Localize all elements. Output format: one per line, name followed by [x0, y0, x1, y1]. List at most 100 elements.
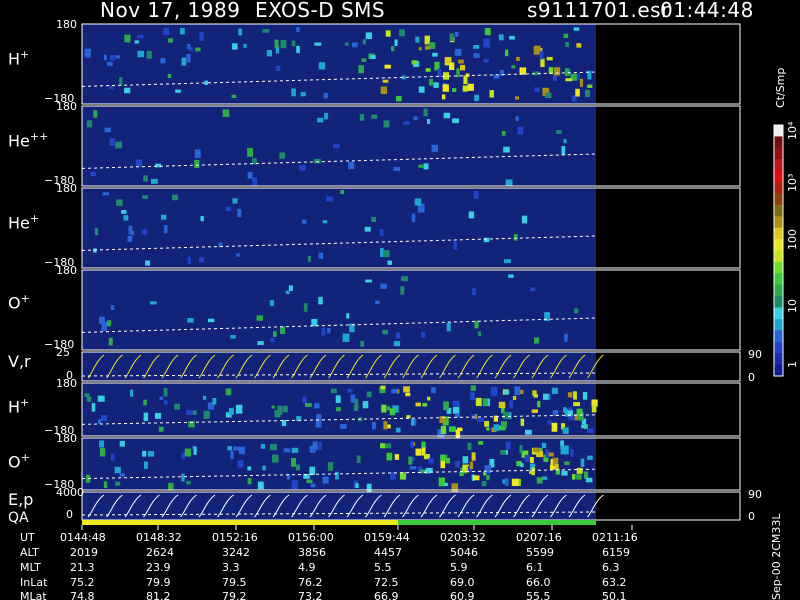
cell-1-56 [380, 86, 387, 95]
cell-7-80 [576, 467, 583, 474]
cell-6-107 [362, 401, 369, 409]
cell-7-39 [233, 446, 240, 451]
cell-1-85 [146, 50, 152, 59]
colorbar-step-0 [774, 125, 783, 137]
cell-6-92 [543, 393, 549, 400]
table-row-name-0: UT [20, 531, 35, 544]
cell-1-54 [483, 59, 489, 63]
cell-6-45 [587, 428, 594, 434]
cell-1-17 [163, 27, 170, 35]
y-tick-top-7: 180 [56, 432, 77, 445]
panel-7-nodata [596, 438, 740, 490]
cell-1-25 [394, 39, 398, 47]
cell-6-119 [455, 429, 461, 439]
cell-7-109 [193, 446, 197, 455]
cell-1-34 [238, 28, 243, 36]
table-cell: 72.5 [374, 576, 399, 589]
cell-7-3 [148, 451, 155, 457]
cell-1-97 [515, 96, 520, 100]
cell-6-95 [415, 402, 421, 407]
cell-4-41 [382, 329, 388, 335]
cell-1-44 [454, 49, 462, 56]
cell-6-68 [502, 411, 510, 420]
cell-7-62 [119, 440, 125, 447]
cell-1-86 [442, 84, 449, 92]
cell-1-57 [573, 27, 580, 31]
cell-2-41 [443, 112, 451, 119]
cell-2-17 [317, 117, 324, 123]
cell-7-131 [262, 465, 266, 471]
cell-6-15 [525, 429, 532, 435]
table-cell: 79.2 [222, 590, 247, 600]
cell-3-24 [521, 215, 528, 224]
cell-3-25 [414, 198, 422, 206]
cell-6-4 [427, 396, 431, 401]
panel-3-nodata [596, 188, 740, 268]
cell-4-37 [288, 285, 293, 291]
table-cell: 66.9 [374, 590, 399, 600]
cell-2-23 [413, 116, 418, 120]
cell-6-27 [84, 393, 90, 397]
cell-1-130 [365, 32, 373, 40]
panel-2-nodata [596, 106, 740, 186]
cell-1-23 [540, 58, 545, 68]
cell-6-10 [484, 421, 490, 427]
cell-2-37 [515, 116, 519, 121]
cell-3-0 [387, 260, 392, 265]
colorbar-step-8 [774, 216, 783, 229]
cell-1-67 [104, 54, 108, 61]
cell-3-8 [102, 192, 110, 196]
cell-6-87 [504, 390, 510, 395]
cell-4-9 [477, 331, 482, 337]
panel-5-nodata [596, 352, 740, 381]
cell-6-84 [443, 401, 449, 411]
colorbar-step-4 [774, 170, 783, 183]
cell-7-70 [272, 454, 279, 463]
cell-7-36 [471, 452, 476, 461]
cell-6-139 [520, 418, 525, 426]
cell-3-43 [225, 206, 232, 211]
table-cell: 2624 [146, 546, 174, 559]
cell-1-131 [509, 35, 515, 40]
cell-4-40 [420, 331, 426, 338]
cell-6-85 [305, 403, 312, 407]
cell-7-42 [481, 481, 487, 487]
cell-7-40 [415, 448, 422, 456]
cell-2-32 [115, 141, 123, 149]
cell-1-127 [565, 42, 569, 48]
cell-7-25 [327, 462, 334, 471]
cell-1-138 [576, 73, 580, 80]
table-cell: 81.2 [146, 590, 171, 600]
cell-7-101 [467, 442, 472, 451]
cell-1-18 [344, 42, 349, 46]
cell-3-18 [237, 208, 242, 218]
cell-6-67 [212, 398, 217, 405]
cell-3-35 [411, 213, 416, 223]
cell-6-94 [163, 400, 168, 405]
cell-4-5 [534, 337, 540, 344]
cell-3-6 [142, 195, 148, 199]
cell-1-119 [441, 94, 446, 100]
right-tick-bottom-8: 0 [748, 510, 755, 523]
spectrogram-figure: { "header": { "date": "Nov 17, 1989", "i… [0, 0, 800, 600]
cell-1-31 [318, 62, 326, 70]
cell-3-37 [94, 227, 99, 236]
cell-6-130 [567, 410, 573, 416]
cell-6-136 [130, 389, 134, 397]
cell-4-31 [208, 318, 215, 323]
cell-1-49 [361, 58, 367, 62]
cell-6-13 [486, 427, 490, 431]
panel-4-nodata [596, 270, 740, 350]
cell-4-34 [110, 305, 115, 310]
cell-6-57 [372, 421, 376, 430]
cell-2-22 [452, 118, 459, 124]
cell-6-91 [235, 404, 243, 414]
cell-2-44 [563, 139, 567, 144]
cell-6-128 [391, 388, 398, 394]
cell-1-7 [576, 43, 582, 48]
table-cell: 74.8 [70, 590, 95, 600]
cell-6-52 [97, 395, 105, 402]
cell-6-134 [314, 403, 320, 409]
cell-2-3 [505, 179, 513, 186]
cell-7-113 [440, 460, 446, 469]
